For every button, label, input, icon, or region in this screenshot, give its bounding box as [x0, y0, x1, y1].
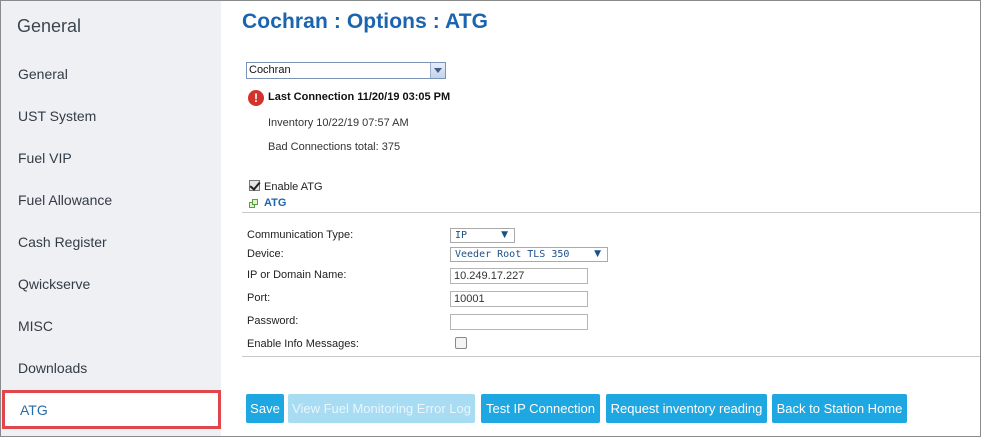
ip-field[interactable]: 10.249.17.227	[450, 268, 588, 284]
station-select-value: Cochran	[249, 64, 291, 76]
inventory-text: Inventory 10/22/19 07:57 AM	[268, 117, 409, 129]
device-select[interactable]: Veeder Root TLS 350 ▼	[450, 247, 608, 262]
sidebar-item-misc[interactable]: MISC	[18, 318, 53, 334]
enable-atg-label: Enable ATG	[264, 181, 323, 193]
sidebar: General General UST System Fuel VIP Fuel…	[1, 1, 221, 436]
device-value: Veeder Root TLS 350	[455, 249, 570, 260]
communication-type-select[interactable]: IP ▼	[450, 228, 515, 243]
page-title: Cochran : Options : ATG	[242, 10, 489, 33]
sidebar-item-atg-label: ATG	[20, 402, 48, 418]
collapse-section-icon[interactable]	[249, 199, 259, 209]
sidebar-title: General	[17, 16, 82, 36]
last-connection-text: Last Connection 11/20/19 03:05 PM	[268, 91, 451, 103]
communication-type-value: IP	[455, 230, 468, 241]
sidebar-item-atg[interactable]: ATG	[2, 390, 221, 429]
chevron-down-icon[interactable]	[430, 63, 445, 78]
sidebar-item-fuel-allowance[interactable]: Fuel Allowance	[18, 192, 112, 208]
port-field[interactable]: 10001	[450, 291, 588, 307]
sidebar-item-fuel-vip[interactable]: Fuel VIP	[18, 150, 72, 166]
sidebar-item-ust-system[interactable]: UST System	[18, 108, 96, 124]
port-label: Port:	[247, 292, 271, 304]
sidebar-item-cash-register[interactable]: Cash Register	[18, 234, 107, 250]
device-label: Device:	[247, 248, 284, 260]
view-error-log-button[interactable]: View Fuel Monitoring Error Log	[288, 394, 475, 423]
section-divider	[242, 212, 980, 213]
dropdown-arrow-icon: ▼	[501, 230, 508, 240]
test-ip-connection-button[interactable]: Test IP Connection	[481, 394, 600, 423]
communication-type-label: Communication Type:	[247, 229, 354, 241]
info-messages-checkbox[interactable]	[455, 337, 467, 349]
sidebar-item-qwickserve[interactable]: Qwickserve	[18, 276, 90, 292]
save-button[interactable]: Save	[246, 394, 284, 423]
password-label: Password:	[247, 315, 299, 327]
station-select[interactable]: Cochran	[246, 62, 446, 79]
section-title: ATG	[264, 197, 287, 209]
info-messages-label: Enable Info Messages:	[247, 338, 359, 350]
error-icon: !	[248, 90, 264, 106]
sidebar-item-downloads[interactable]: Downloads	[18, 360, 87, 376]
bad-connections-text: Bad Connections total: 375	[268, 141, 401, 153]
request-inventory-button[interactable]: Request inventory reading	[606, 394, 767, 423]
ip-label: IP or Domain Name:	[247, 269, 347, 281]
dropdown-arrow-icon: ▼	[594, 249, 601, 259]
back-to-station-home-button[interactable]: Back to Station Home	[772, 394, 907, 423]
password-field[interactable]	[450, 314, 588, 330]
sidebar-item-general[interactable]: General	[18, 66, 68, 82]
enable-atg-checkbox[interactable]	[249, 180, 260, 191]
form-divider	[242, 356, 980, 357]
